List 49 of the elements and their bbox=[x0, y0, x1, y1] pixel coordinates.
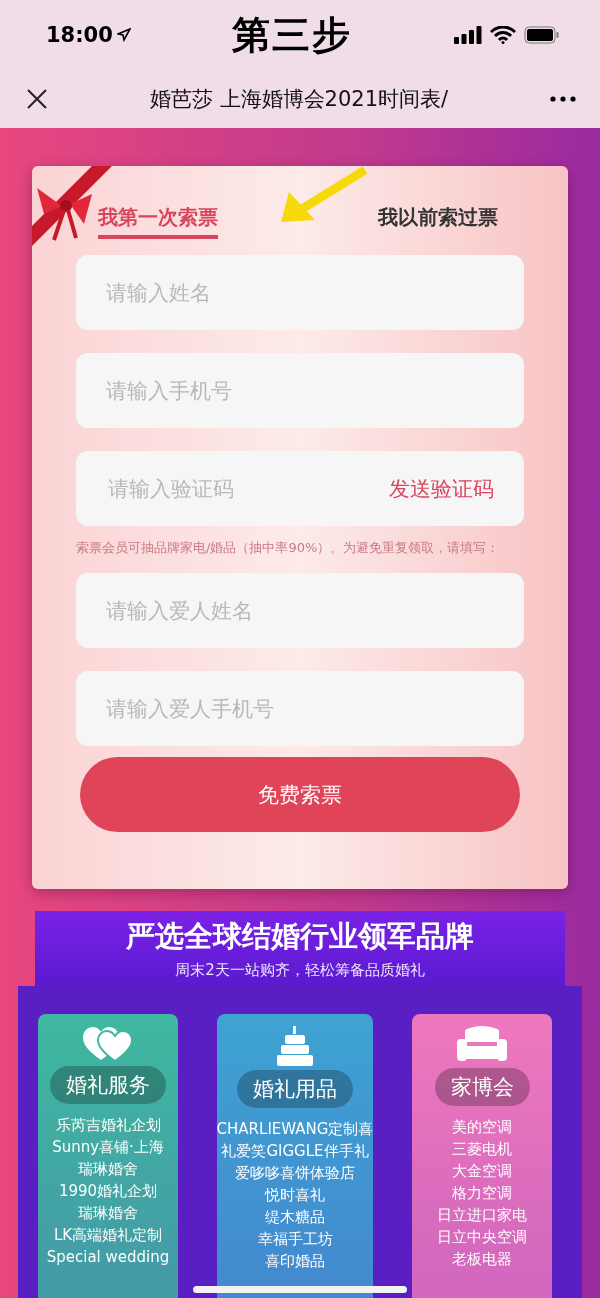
brand-item[interactable]: 缇木糖品 bbox=[265, 1206, 325, 1228]
wifi-icon bbox=[490, 26, 516, 44]
input-field[interactable]: 请输入姓名 bbox=[76, 255, 524, 330]
brand-item[interactable]: Sunny喜铺·上海 bbox=[52, 1136, 164, 1158]
page-title: 婚芭莎 上海婚博会2021时间表/ bbox=[148, 86, 450, 113]
brand-item[interactable]: 日立进口家电 bbox=[437, 1204, 527, 1226]
category-label[interactable]: 家博会 bbox=[434, 1068, 530, 1106]
category-label[interactable]: 婚礼用品 bbox=[237, 1070, 353, 1108]
input-field[interactable]: 请输入爱人手机号 bbox=[76, 671, 524, 746]
brand-item[interactable]: Special wedding bbox=[46, 1246, 170, 1268]
brand-item[interactable]: CHARLIEWANG定制喜 bbox=[216, 1118, 374, 1140]
step-caption: 第三步 bbox=[232, 11, 353, 59]
brand-item[interactable]: 幸福手工坊 bbox=[257, 1228, 333, 1250]
brand-item[interactable]: 乐芮吉婚礼企划 bbox=[55, 1114, 161, 1136]
location-icon bbox=[116, 28, 131, 42]
brand-item[interactable]: 瑞琳婚舍 bbox=[78, 1158, 138, 1180]
code-input-field[interactable]: 请输入验证码 发送验证码 bbox=[76, 451, 524, 526]
signal-icon bbox=[454, 26, 482, 44]
brand-item[interactable]: 美的空调 bbox=[452, 1116, 512, 1138]
brand-item[interactable]: 礼爱笑GIGGLE伴手礼 bbox=[221, 1140, 369, 1162]
banner-title: 严选全球结婚行业领军品牌 bbox=[126, 918, 474, 955]
more-icon[interactable] bbox=[550, 96, 576, 102]
brand-item[interactable]: LK高端婚礼定制 bbox=[53, 1224, 163, 1246]
tab[interactable]: 我以前索过票 bbox=[378, 204, 498, 239]
sofa-icon bbox=[457, 1026, 507, 1064]
brand-item[interactable]: 喜印婚品 bbox=[265, 1250, 325, 1272]
brand-item[interactable]: 悦时喜礼 bbox=[265, 1184, 325, 1206]
brand-item[interactable]: 格力空调 bbox=[452, 1182, 512, 1204]
close-icon[interactable] bbox=[26, 88, 48, 110]
code-input[interactable]: 请输入验证码 bbox=[106, 475, 383, 502]
brand-item[interactable]: 日立中央空调 bbox=[437, 1226, 527, 1248]
brand-item[interactable]: 1990婚礼企划 bbox=[58, 1180, 158, 1202]
battery-icon bbox=[524, 26, 560, 44]
input-field[interactable]: 请输入手机号 bbox=[76, 353, 524, 428]
cake-icon bbox=[276, 1026, 314, 1066]
hearts-icon bbox=[83, 1026, 133, 1062]
brand-item[interactable]: 三菱电机 bbox=[452, 1138, 512, 1160]
brand-item[interactable]: 老板电器 bbox=[452, 1248, 512, 1270]
banner-subtitle: 周末2天一站购齐，轻松筹备品质婚礼 bbox=[175, 961, 425, 980]
input-field[interactable]: 请输入爱人姓名 bbox=[76, 573, 524, 648]
tab[interactable]: 我第一次索票 bbox=[98, 204, 218, 239]
category-label[interactable]: 婚礼服务 bbox=[50, 1066, 166, 1104]
send-code-button[interactable]: 发送验证码 bbox=[383, 473, 500, 504]
brand-item[interactable]: 瑞琳婚舍 bbox=[78, 1202, 138, 1224]
brand-item[interactable]: 爱哆哆喜饼体验店 bbox=[235, 1162, 355, 1184]
status-time: 18:00 bbox=[46, 23, 131, 47]
brand-item[interactable]: 大金空调 bbox=[452, 1160, 512, 1182]
submit-button[interactable]: 免费索票 bbox=[80, 757, 520, 832]
notice-text: 索票会员可抽品牌家电/婚品（抽中率90%）。为避免重复领取，请填写： bbox=[76, 539, 501, 557]
